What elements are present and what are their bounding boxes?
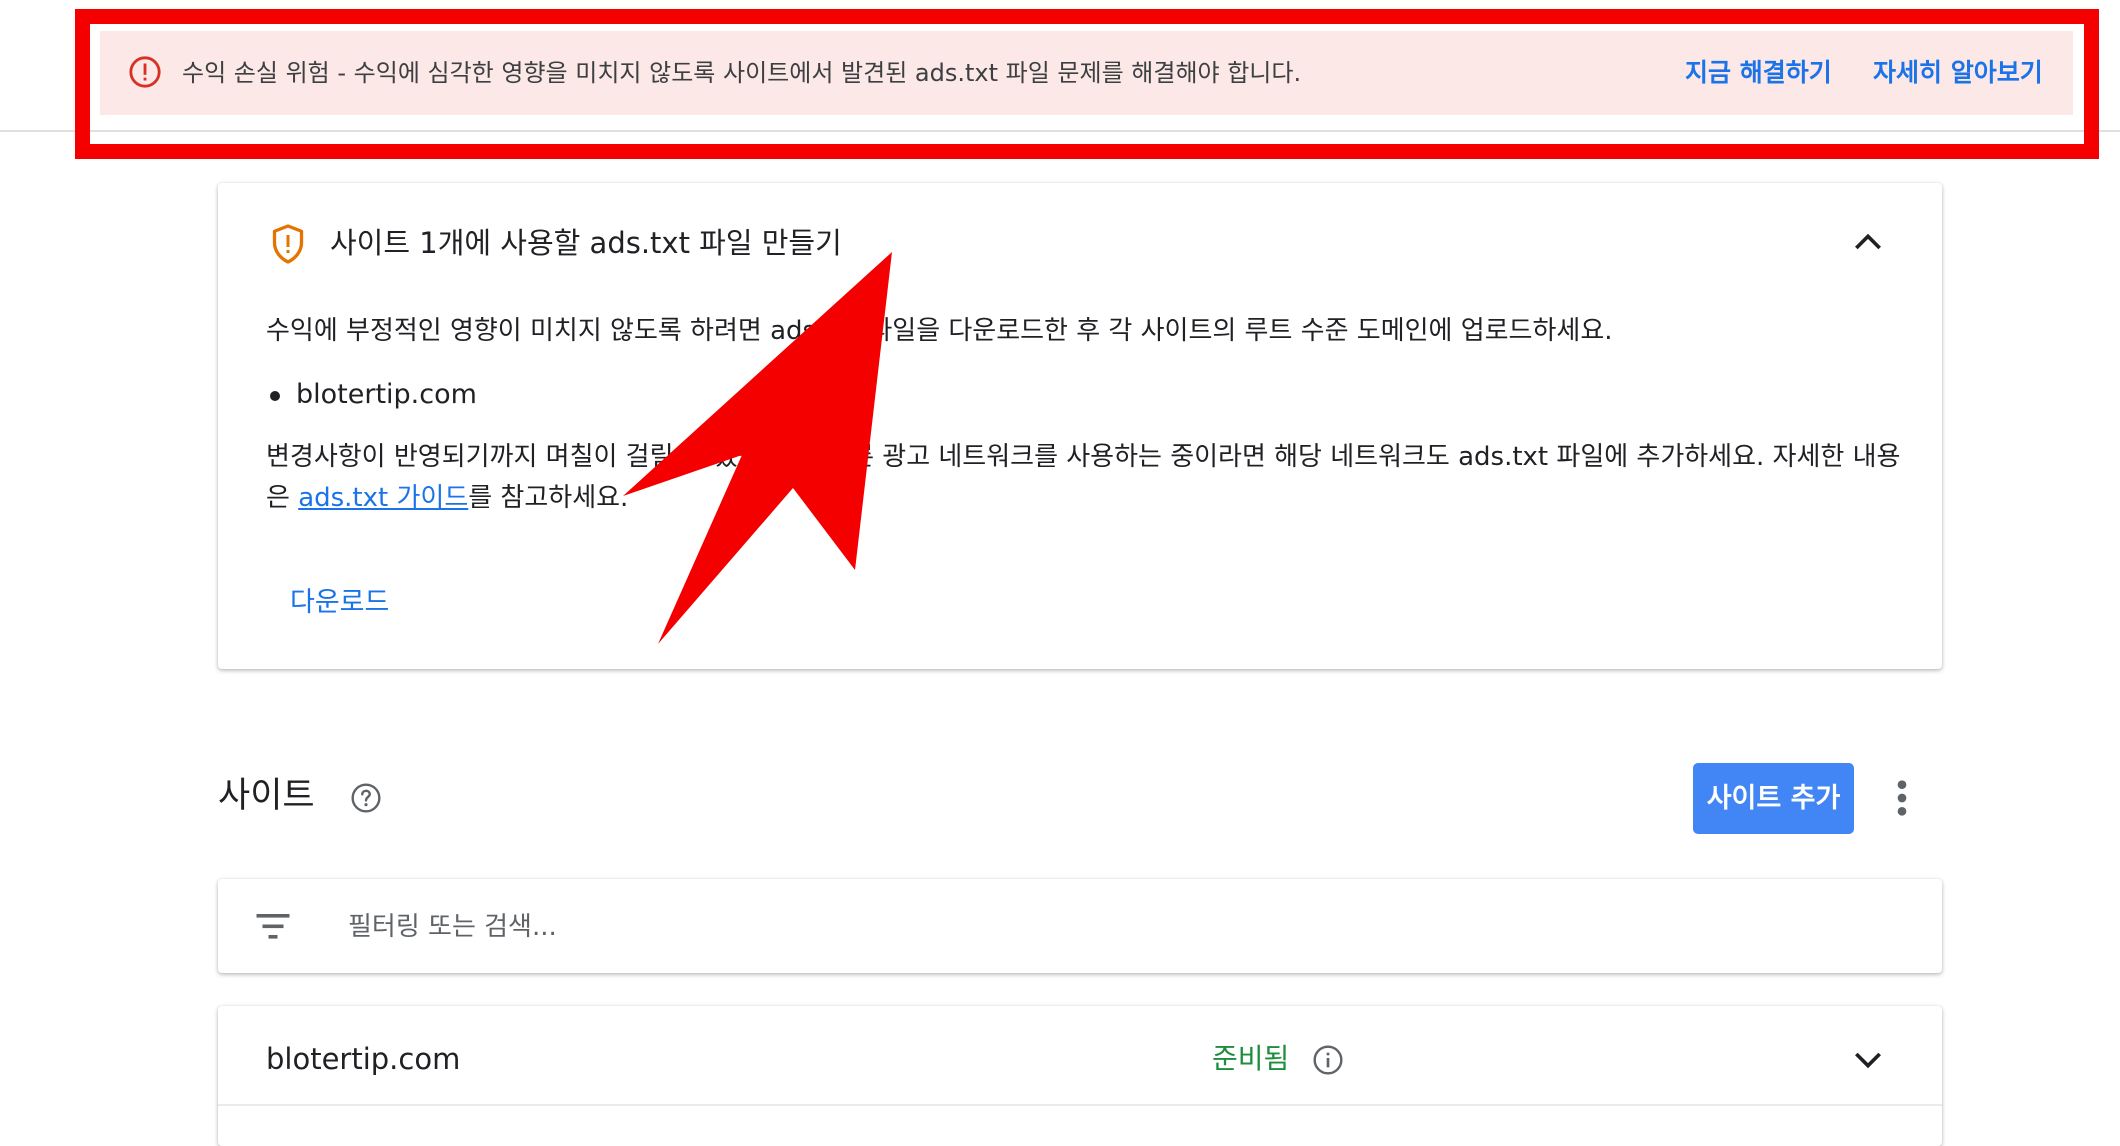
add-site-button[interactable]: 사이트 추가 (1693, 763, 1854, 834)
site-status: 준비됨 (1212, 1042, 1290, 1075)
more-vert-icon[interactable] (1894, 778, 1910, 818)
card-intro-text: 수익에 부정적인 영향이 미치지 않도록 하려면 ads.txt 파일을 다운로… (266, 316, 1613, 346)
row-divider (218, 1104, 1942, 1106)
annotation-highlight-box (75, 9, 2099, 159)
card-note-text: 변경사항이 반영되기까지 며칠이 걸릴 수 있습니다. 다른 광고 네트워크를 … (266, 437, 1906, 519)
help-icon[interactable] (350, 782, 382, 814)
site-domain: blotertip.com (296, 379, 477, 410)
site-list-item: blotertip.com (270, 373, 477, 417)
filter-bar (218, 879, 1942, 973)
filter-search-input[interactable] (346, 897, 1850, 957)
shield-warning-icon (272, 224, 304, 264)
info-icon[interactable] (1312, 1044, 1344, 1076)
chevron-up-icon[interactable] (1848, 223, 1888, 263)
card-title: 사이트 1개에 사용할 ads.txt 파일 만들기 (330, 226, 842, 260)
bullet-dot (270, 390, 280, 401)
filter-icon (256, 914, 290, 939)
chevron-down-icon[interactable] (1848, 1039, 1888, 1079)
site-row[interactable]: blotertip.com 준비됨 (218, 1006, 1942, 1146)
ads-txt-card: 사이트 1개에 사용할 ads.txt 파일 만들기 수익에 부정적인 영향이 … (218, 183, 1942, 669)
download-button[interactable]: 다운로드 (290, 581, 389, 625)
ads-txt-guide-link[interactable]: ads.txt 가이드 (298, 483, 468, 513)
site-row-domain: blotertip.com (266, 1042, 461, 1076)
note-text-after: 를 참고하세요. (468, 483, 629, 513)
sites-heading: 사이트 (218, 776, 315, 816)
